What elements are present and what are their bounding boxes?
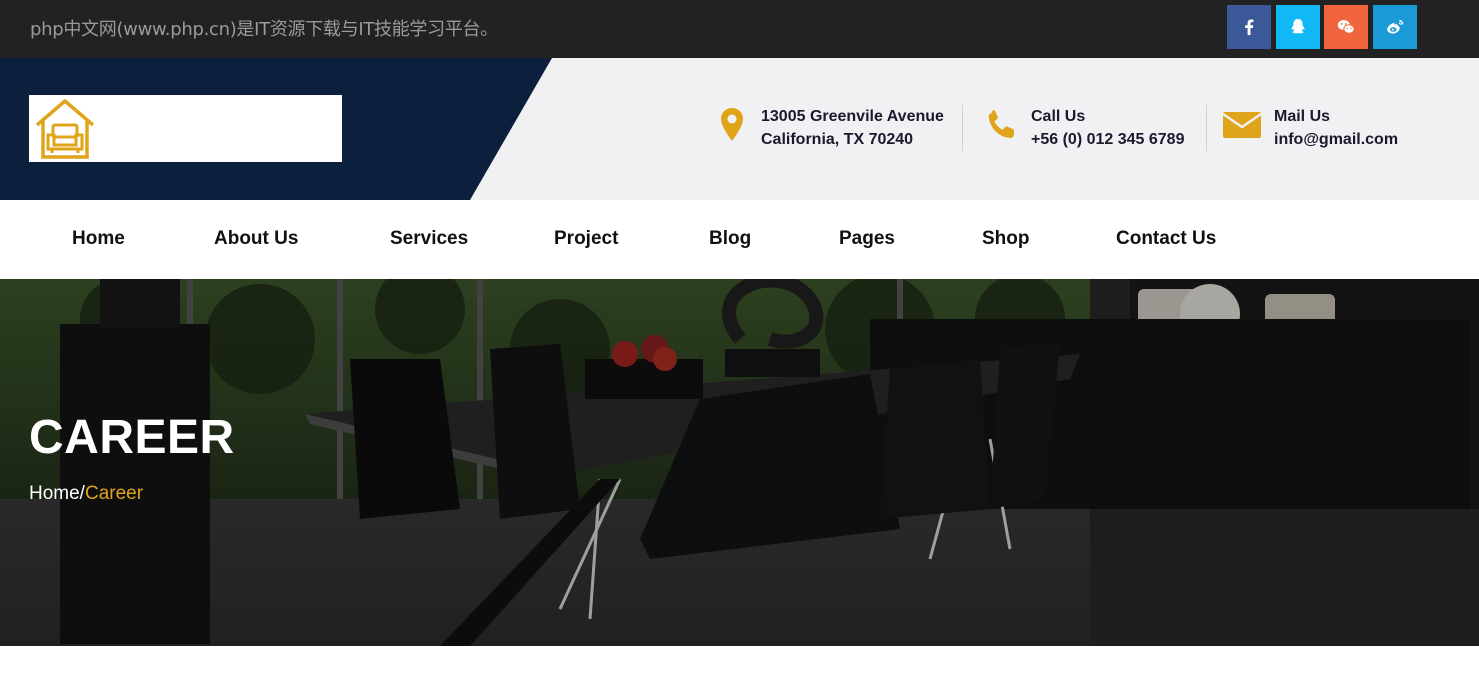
breadcrumb-home-link[interactable]: Home/ bbox=[29, 483, 85, 504]
nav-contact-us[interactable]: Contact Us bbox=[1116, 228, 1216, 250]
site-header: 13005 Greenvile Avenue California, TX 70… bbox=[0, 58, 1479, 200]
map-pin-icon bbox=[721, 108, 743, 141]
facebook-icon bbox=[1245, 19, 1254, 35]
breadcrumb-current: Career bbox=[84, 483, 144, 504]
mail-address[interactable]: info@gmail.com bbox=[1274, 128, 1398, 151]
house-sofa-icon bbox=[35, 99, 95, 159]
nav-about-us[interactable]: About Us bbox=[214, 228, 298, 250]
nav-pages[interactable]: Pages bbox=[839, 228, 895, 250]
site-logo[interactable] bbox=[29, 95, 342, 162]
phone-icon bbox=[988, 110, 1015, 139]
contact-mail: Mail Us info@gmail.com bbox=[1222, 105, 1398, 151]
contact-address: 13005 Greenvile Avenue California, TX 70… bbox=[712, 105, 944, 151]
wechat-button[interactable] bbox=[1324, 5, 1368, 49]
nav-home[interactable]: Home bbox=[72, 228, 125, 250]
address-line-1: 13005 Greenvile Avenue bbox=[761, 108, 944, 125]
weibo-button[interactable] bbox=[1373, 5, 1417, 49]
facebook-button[interactable] bbox=[1227, 5, 1271, 49]
wechat-icon bbox=[1337, 20, 1355, 34]
nav-shop[interactable]: Shop bbox=[982, 228, 1030, 250]
breadcrumb: Home/Career bbox=[29, 483, 143, 505]
call-number[interactable]: +56 (0) 012 345 6789 bbox=[1031, 128, 1184, 151]
qq-icon bbox=[1291, 19, 1305, 34]
envelope-icon bbox=[1222, 112, 1262, 138]
qq-button[interactable] bbox=[1276, 5, 1320, 49]
main-nav: Home About Us Services Project Blog Page… bbox=[0, 200, 1479, 279]
nav-services[interactable]: Services bbox=[390, 228, 468, 250]
top-bar: php中文网(www.php.cn)是IT资源下载与IT技能学习平台。 bbox=[0, 0, 1479, 58]
weibo-icon bbox=[1387, 19, 1404, 34]
site-tagline: php中文网(www.php.cn)是IT资源下载与IT技能学习平台。 bbox=[30, 19, 498, 40]
mail-label: Mail Us bbox=[1274, 108, 1331, 125]
nav-project[interactable]: Project bbox=[554, 228, 618, 250]
address-line-2: California, TX 70240 bbox=[761, 131, 914, 148]
contact-divider bbox=[1206, 105, 1207, 151]
page-banner: CAREER Home/Career bbox=[0, 279, 1479, 646]
call-label: Call Us bbox=[1031, 108, 1086, 125]
contact-divider bbox=[962, 105, 963, 151]
nav-blog[interactable]: Blog bbox=[709, 228, 751, 250]
contact-phone: Call Us +56 (0) 012 345 6789 bbox=[982, 105, 1184, 151]
page-title: CAREER bbox=[29, 411, 235, 464]
